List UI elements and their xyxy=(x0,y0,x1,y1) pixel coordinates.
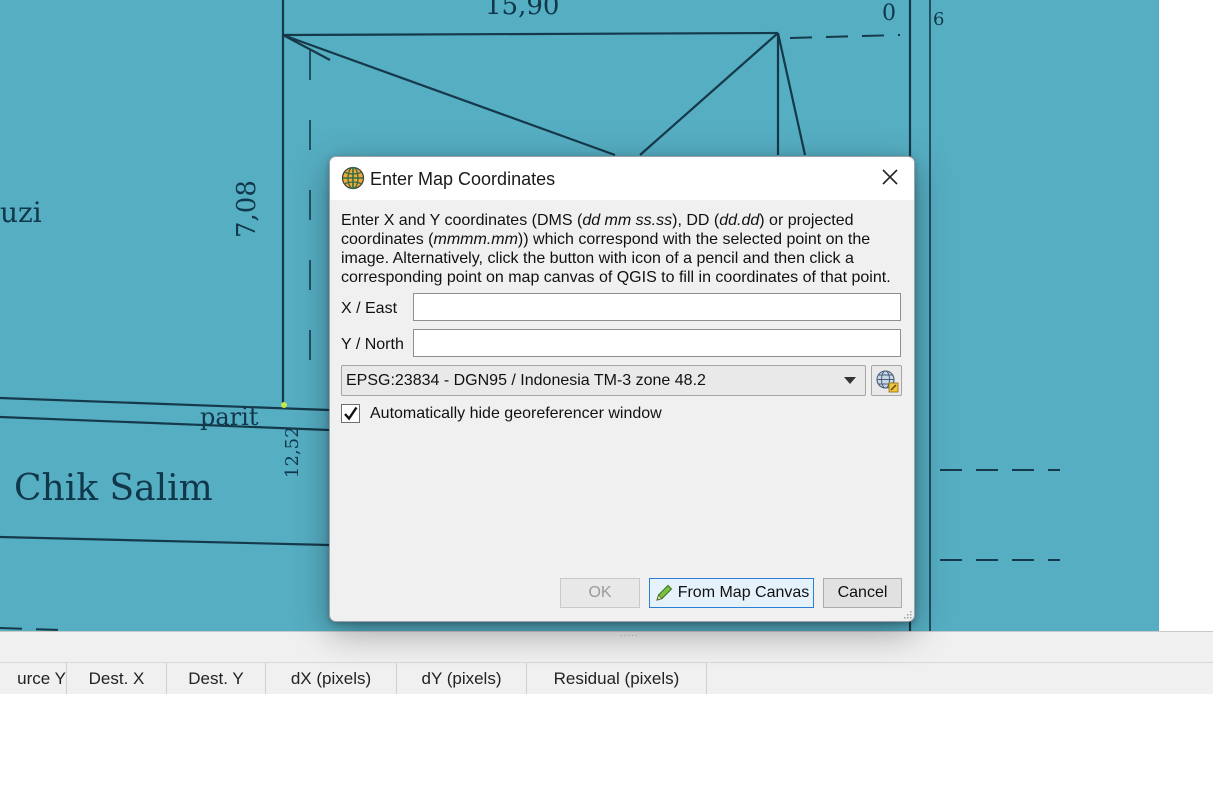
sketch-label-12-52: 12,52 xyxy=(282,426,303,478)
column-header-dest-x[interactable]: Dest. X xyxy=(67,663,167,694)
auto-hide-checkbox[interactable] xyxy=(341,404,360,423)
enter-map-coordinates-dialog: Enter Map Coordinates Enter X and Y coor… xyxy=(329,156,915,622)
crs-select[interactable]: EPSG:23834 - DGN95 / Indonesia TM-3 zone… xyxy=(341,365,866,396)
canvas-margin xyxy=(1159,0,1213,631)
sketch-label-chik-salim: Chik Salim xyxy=(14,468,213,509)
crs-globe-icon xyxy=(875,369,898,392)
sketch-label-0: 0 xyxy=(882,1,896,26)
select-crs-button[interactable] xyxy=(871,365,902,396)
close-icon xyxy=(882,169,898,185)
column-header-dest-y[interactable]: Dest. Y xyxy=(167,663,266,694)
x-east-label: X / East xyxy=(341,300,398,317)
description-dd-format: dd.dd xyxy=(719,212,760,229)
dialog-description: Enter X and Y coordinates (DMS (dd mm ss… xyxy=(341,211,906,287)
selected-point-marker xyxy=(281,402,287,408)
gcp-table-body[interactable] xyxy=(0,694,1213,800)
column-header-residual-pixels[interactable]: Residual (pixels) xyxy=(527,663,707,694)
georeferencer-globe-icon xyxy=(341,166,365,190)
sketch-label-parit: parit xyxy=(200,403,259,431)
dialog-title: Enter Map Coordinates xyxy=(370,169,556,189)
sketch-label-7-08: 7,08 xyxy=(232,180,262,238)
panel-splitter[interactable]: ····· xyxy=(0,631,1213,663)
gcp-table-header: urce Y Dest. X Dest. Y dX (pixels) dY (p… xyxy=(0,662,1213,694)
column-header-dy-pixels[interactable]: dY (pixels) xyxy=(397,663,527,694)
column-header-dx-pixels[interactable]: dX (pixels) xyxy=(266,663,397,694)
cancel-button[interactable]: Cancel xyxy=(823,578,902,608)
column-header-source-y[interactable]: urce Y xyxy=(0,663,67,694)
resize-grip-icon[interactable] xyxy=(902,609,912,619)
sketch-label-uzi: uzi xyxy=(0,196,42,229)
y-north-input[interactable] xyxy=(413,329,901,357)
y-north-label: Y / North xyxy=(341,336,404,353)
from-map-canvas-button[interactable]: From Map Canvas xyxy=(649,578,814,608)
auto-hide-label[interactable]: Automatically hide georeferencer window xyxy=(370,405,662,423)
chevron-down-icon xyxy=(844,377,856,384)
description-text: ), DD ( xyxy=(672,212,720,229)
description-text: Enter X and Y coordinates (DMS ( xyxy=(341,212,583,229)
pencil-icon xyxy=(654,583,674,603)
sketch-label-15-90: 15,90 xyxy=(485,0,559,21)
checkmark-icon xyxy=(344,406,358,421)
x-east-input[interactable] xyxy=(413,293,901,321)
ok-button[interactable]: OK xyxy=(560,578,640,608)
description-dms-format: dd mm ss.ss xyxy=(582,212,673,229)
crs-selected-value: EPSG:23834 - DGN95 / Indonesia TM-3 zone… xyxy=(346,372,706,389)
from-map-canvas-label: From Map Canvas xyxy=(677,584,810,601)
close-button[interactable] xyxy=(866,157,914,197)
splitter-grip-icon[interactable]: ····· xyxy=(620,632,640,640)
sketch-label-6: 6 xyxy=(933,9,944,30)
description-projected-format: mmmm.mm xyxy=(433,231,518,248)
dialog-titlebar[interactable]: Enter Map Coordinates xyxy=(330,157,914,200)
